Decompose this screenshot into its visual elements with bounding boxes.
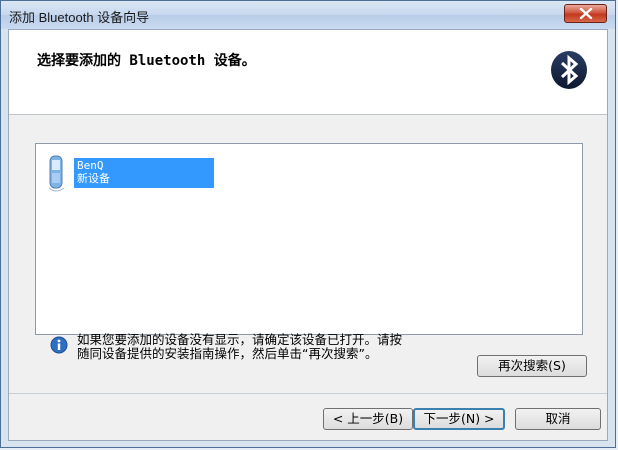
info-message: 如果您要添加的设备没有显示，请确定该设备已打开。请按 随同设备提供的安装指南操作… [77, 333, 477, 361]
device-list[interactable]: BenQ 新设备 [35, 143, 583, 335]
device-label[interactable]: BenQ 新设备 [74, 158, 214, 188]
phone-icon [48, 155, 65, 192]
cancel-button[interactable]: 取消 [515, 408, 601, 430]
back-button[interactable]: < 上一步(B) [323, 408, 413, 430]
divider [9, 393, 607, 394]
info-line-1: 如果您要添加的设备没有显示，请确定该设备已打开。请按 [77, 332, 403, 347]
device-status: 新设备 [77, 172, 110, 185]
bluetooth-icon [551, 51, 587, 89]
close-icon [579, 8, 593, 19]
title-bar[interactable]: 添加 Bluetooth 设备向导 [1, 1, 615, 29]
close-button[interactable] [564, 4, 607, 23]
wizard-window: 添加 Bluetooth 设备向导 选择要添加的 Bluetooth 设备。 B… [0, 0, 616, 448]
page-title: 选择要添加的 Bluetooth 设备。 [37, 53, 256, 69]
wizard-header: 选择要添加的 Bluetooth 设备。 [9, 30, 607, 115]
device-name: BenQ [77, 159, 104, 172]
search-again-button[interactable]: 再次搜索(S) [477, 355, 587, 377]
wizard-body: 选择要添加的 Bluetooth 设备。 BenQ 新设备 如果您要添加的设备没… [8, 29, 608, 441]
window-title: 添加 Bluetooth 设备向导 [9, 10, 150, 25]
info-icon [50, 336, 68, 354]
info-line-2: 随同设备提供的安装指南操作，然后单击“再次搜索”。 [77, 346, 378, 361]
next-button[interactable]: 下一步(N) > [413, 408, 505, 430]
